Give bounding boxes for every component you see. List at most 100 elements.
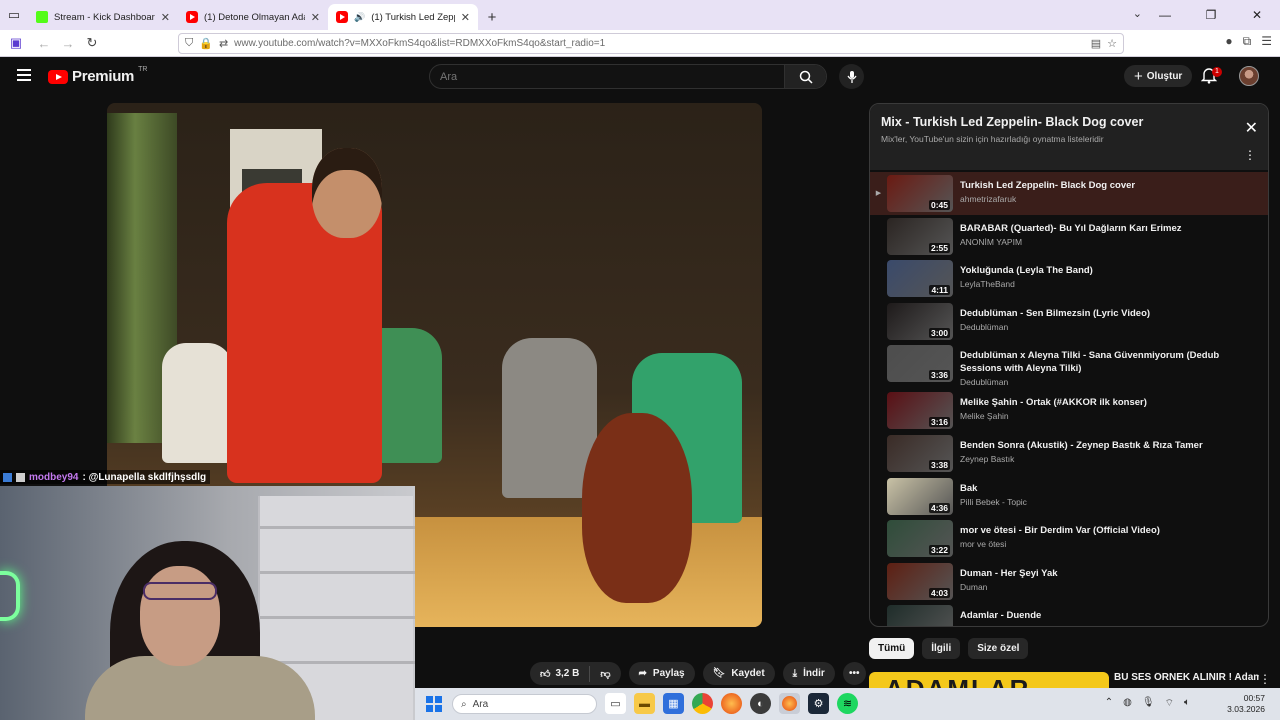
task-view-icon[interactable]: ▭ — [605, 693, 626, 714]
playlist-item-title[interactable]: Yokluğunda (Leyla The Band) — [960, 264, 1250, 277]
forward-icon[interactable]: → — [56, 36, 80, 51]
audio-playing-icon[interactable]: 🔊 — [354, 12, 365, 23]
new-tab-button[interactable]: + — [478, 4, 506, 30]
store-icon[interactable]: ▦ — [663, 693, 684, 714]
close-window-icon[interactable]: ✕ — [1234, 0, 1280, 30]
chip-for-you[interactable]: Size özel — [968, 638, 1029, 659]
chip-all[interactable]: Tümü — [869, 638, 915, 659]
microphone-icon[interactable]: 🎙︎ — [1142, 697, 1155, 710]
playlist-item[interactable]: 3:22 mor ve ötesi - Bir Derdim Var (Offic… — [870, 517, 1268, 560]
list-all-tabs-icon[interactable]: ⌄ — [1133, 7, 1142, 20]
playlist-item[interactable]: 2:55 BARABAR (Quarted)- Bu Yıl Dağların K… — [870, 215, 1268, 258]
playlist-item-thumbnail[interactable]: 4:03 — [887, 562, 953, 600]
close-tab-icon[interactable]: ✕ — [461, 11, 470, 24]
firefox-active-icon[interactable] — [779, 693, 800, 714]
menu-icon[interactable]: ☰ — [1261, 34, 1272, 49]
drag-handle[interactable] — [870, 342, 887, 389]
tracking-protection-icon[interactable]: ⛉ — [185, 37, 193, 50]
close-tab-icon[interactable]: ✕ — [161, 11, 170, 24]
lock-icon[interactable]: 🔒 — [199, 37, 213, 50]
playlist-item-title[interactable]: Adamlar - Duende — [960, 609, 1250, 622]
share-button[interactable]: ➦ Paylaş — [628, 662, 695, 685]
playlist-item-thumbnail[interactable]: 0:45 — [887, 175, 953, 212]
playlist-item-thumbnail[interactable]: 4:11 — [887, 260, 953, 298]
drag-handle[interactable] — [870, 215, 887, 258]
reload-icon[interactable]: ↻ — [80, 35, 104, 51]
more-vertical-icon[interactable]: ⋮ — [1244, 148, 1256, 162]
more-actions-button[interactable]: ••• — [842, 662, 866, 685]
playlist-item-thumbnail[interactable]: 4:36 — [887, 477, 953, 515]
playlist-item-title[interactable]: Melike Şahin - Ortak (#AKKOR ilk konser) — [960, 396, 1250, 409]
tab-kick-dashboard[interactable]: Stream - Kick Dashboard ✕ — [28, 4, 178, 30]
playlist-item-title[interactable]: Duman - Her Şeyi Yak — [960, 567, 1250, 580]
drag-handle[interactable] — [870, 432, 887, 475]
playlist-item[interactable]: 4:03 Duman - Her Şeyi Yak Duman — [870, 560, 1268, 603]
close-playlist-icon[interactable]: ✕ — [1245, 118, 1258, 138]
extensions-icon[interactable]: ⧉ — [1243, 34, 1252, 49]
playlist-item-thumbnail[interactable]: 3:00 — [887, 302, 953, 340]
permissions-icon[interactable]: ⇄ — [219, 37, 228, 50]
close-tab-icon[interactable]: ✕ — [311, 11, 320, 24]
steam-icon[interactable]: ⚙ — [808, 693, 829, 714]
search-button[interactable] — [784, 65, 826, 88]
drag-handle[interactable] — [870, 257, 887, 300]
firefox-icon[interactable] — [721, 693, 742, 714]
playlist-item-title[interactable]: Turkish Led Zeppelin- Black Dog cover — [960, 179, 1250, 192]
obs-icon[interactable]: ◐ — [750, 693, 771, 714]
taskbar-clock[interactable]: 00:57 3.03.2026 — [1227, 693, 1265, 715]
playlist-item-title[interactable]: BARABAR (Quarted)- Bu Yıl Dağların Karı … — [960, 222, 1250, 235]
tab-turkish-led-zeppelin[interactable]: 🔊 (1) Turkish Led Zeppelin- Bl ✕ — [328, 4, 478, 30]
playlist-item-thumbnail[interactable]: 3:22 — [887, 520, 953, 558]
playlist-item-title[interactable]: Benden Sonra (Akustik) - Zeynep Bastık &… — [960, 439, 1250, 452]
drag-handle[interactable] — [870, 475, 887, 518]
playlist-item-title[interactable]: Dedublüman - Sen Bilmezsin (Lyric Video) — [960, 307, 1250, 320]
chip-related[interactable]: İlgili — [922, 638, 961, 659]
back-icon[interactable]: ← — [32, 36, 56, 51]
account-avatar[interactable] — [1239, 66, 1259, 86]
spotify-icon[interactable]: ≋ — [837, 693, 858, 714]
wifi-icon[interactable]: ⌔ — [1165, 697, 1174, 710]
chrome-icon[interactable] — [692, 693, 713, 714]
network-icon[interactable]: ◍ — [1123, 697, 1132, 710]
download-button[interactable]: ⤓ İndir — [782, 662, 835, 685]
url-bar[interactable]: ⛉ 🔒 ⇄ www.youtube.com/watch?v=MXXoFkmS4q… — [178, 33, 1124, 54]
drag-handle[interactable] — [870, 560, 887, 603]
taskbar-search[interactable]: ⌕ Ara — [452, 694, 597, 714]
restore-icon[interactable]: ❐ — [1188, 0, 1234, 30]
drag-handle[interactable] — [870, 389, 887, 432]
bookmark-star-icon[interactable]: ☆ — [1107, 37, 1117, 50]
volume-icon[interactable]: 🔈︎ — [1184, 697, 1190, 710]
tab-list-icon[interactable]: ▭ — [0, 0, 28, 30]
playlist-item-title[interactable]: Bak — [960, 482, 1250, 495]
playlist-item-thumbnail[interactable]: 2:55 — [887, 217, 953, 255]
show-hidden-icons-icon[interactable]: ⌃ — [1105, 697, 1113, 710]
reader-view-icon[interactable]: ▤ — [1091, 37, 1101, 50]
drag-handle[interactable] — [870, 517, 887, 560]
drag-handle[interactable] — [870, 602, 887, 626]
playlist-item-thumbnail[interactable]: 3:38 — [887, 434, 953, 472]
playlist-item-thumbnail[interactable]: 3:16 — [887, 392, 953, 430]
playlist-item[interactable]: 3:00 Dedublüman - Sen Bilmezsin (Lyric Vi… — [870, 300, 1268, 343]
file-explorer-icon[interactable]: ▬ — [634, 693, 655, 714]
playlist-item[interactable]: 3:16 Melike Şahin - Ortak (#AKKOR ilk kon… — [870, 389, 1268, 432]
playlist-item-title[interactable]: mor ve ötesi - Bir Derdim Var (Official … — [960, 524, 1250, 537]
like-button[interactable]: 👍︎ 3,2 B — [540, 668, 579, 680]
search-input[interactable] — [430, 65, 784, 88]
playlist-item[interactable]: 4:11 Yokluğunda (Leyla The Band) LeylaTheB… — [870, 257, 1268, 300]
playlist-item-title[interactable]: Dedublüman x Aleyna Tilki - Sana Güvenmi… — [960, 349, 1250, 375]
voice-search-button[interactable] — [839, 64, 864, 89]
playlist-item-thumbnail[interactable]: 3:36 — [887, 345, 953, 383]
tab-detone-olmayan-adam[interactable]: (1) Detone Olmayan Adam! - Yo ✕ — [178, 4, 328, 30]
save-button[interactable]: 🔖︎ Kaydet — [702, 662, 775, 685]
playlist-item[interactable]: ▶ 0:45 Turkish Led Zeppelin- Black Dog cov… — [870, 172, 1268, 215]
playlist-item[interactable]: 3:36 Dedublüman x Aleyna Tilki - Sana Güv… — [870, 342, 1268, 389]
recommended-video-title[interactable]: BU SES ÖRNEK ALINIR ! Adamlar — [1114, 672, 1259, 683]
create-button[interactable]: + Oluştur — [1124, 65, 1193, 87]
profile-icon[interactable]: ● — [1225, 34, 1232, 49]
windows-start-icon[interactable] — [426, 696, 442, 712]
playlist-title[interactable]: Mix - Turkish Led Zeppelin- Black Dog co… — [881, 115, 1143, 129]
playlist-item[interactable]: Adamlar - Duende Adamlar — [870, 602, 1268, 626]
playlist-item[interactable]: 4:36 Bak Pilli Bebek - Topic — [870, 475, 1268, 518]
hamburger-menu-icon[interactable] — [17, 69, 31, 81]
sidebar-icon[interactable]: ▣ — [4, 35, 28, 51]
